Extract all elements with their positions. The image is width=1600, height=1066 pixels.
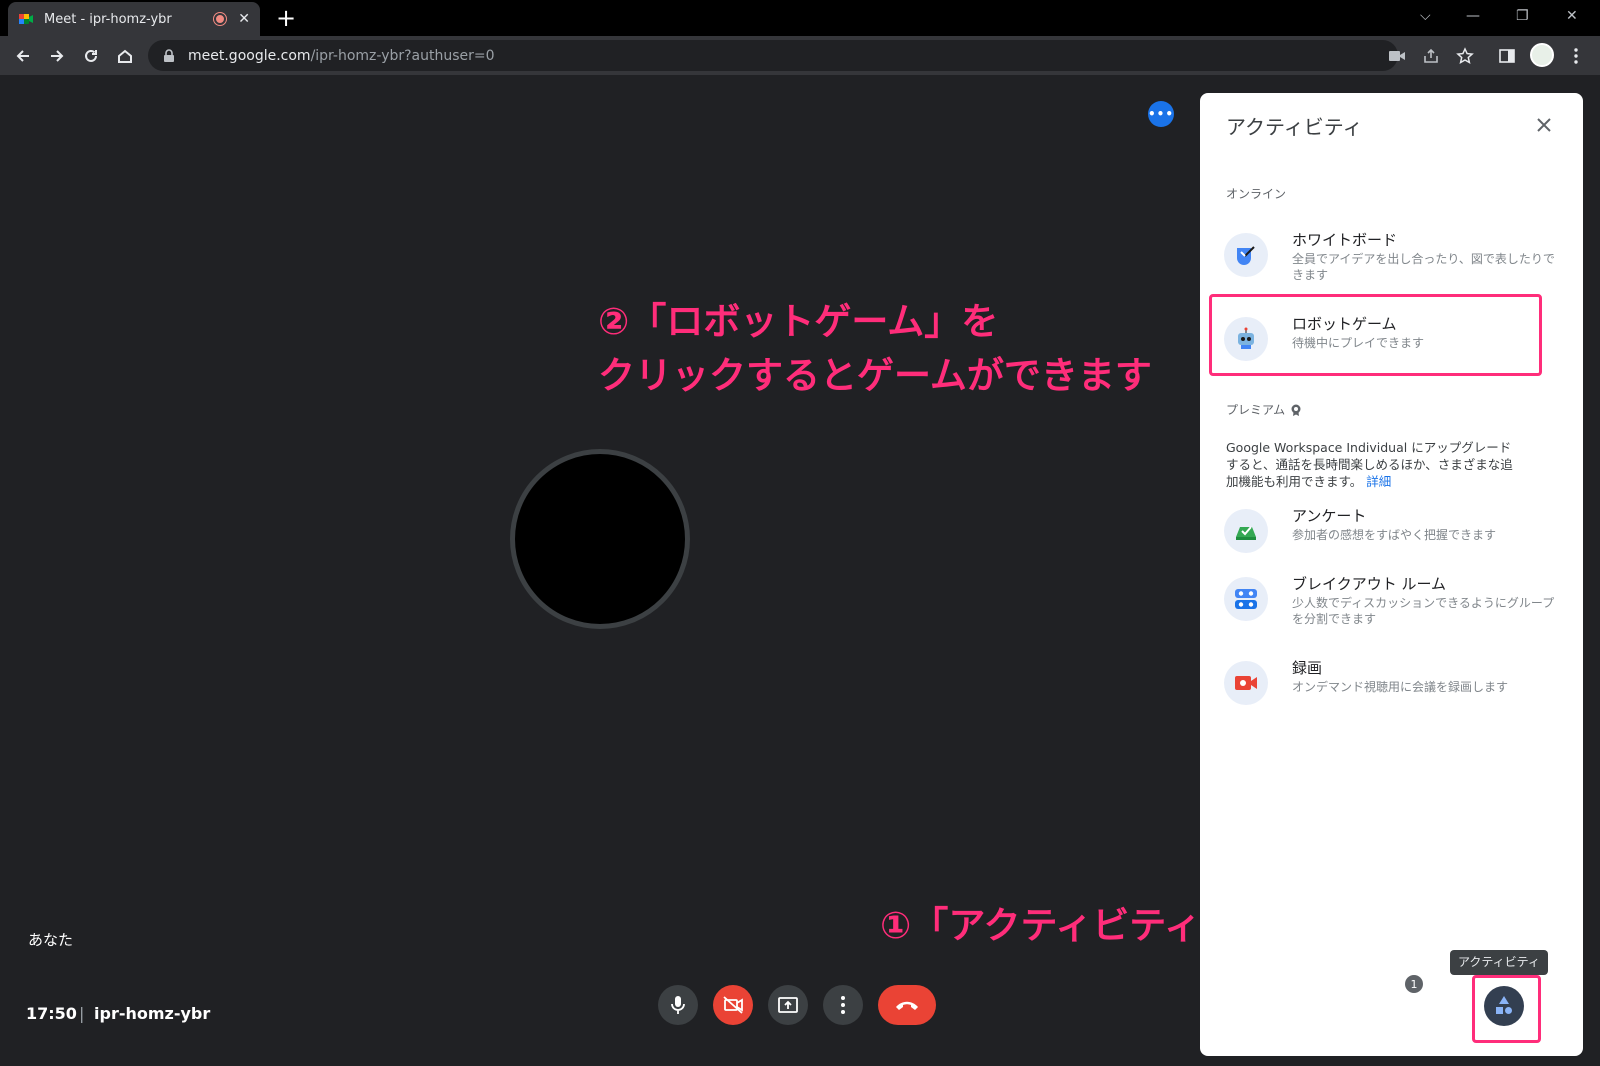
share-icon[interactable] (1419, 44, 1443, 68)
microphone-button[interactable] (658, 985, 698, 1025)
activity-name: 録画 (1292, 659, 1323, 677)
whiteboard-icon (1224, 233, 1268, 277)
meeting-details-icon[interactable] (1333, 987, 1369, 1023)
activity-name: アンケート (1292, 507, 1367, 525)
activity-name: ブレイクアウト ルーム (1292, 575, 1447, 593)
activity-polls[interactable]: アンケート 参加者の感想をすばやく把握できます (1224, 507, 1564, 557)
premium-description: Google Workspace Individual にアップグレードすると、… (1226, 439, 1516, 490)
bookmark-star-icon[interactable] (1453, 44, 1477, 68)
restore-icon[interactable]: ❐ (1516, 8, 1529, 24)
recording-icon (1224, 661, 1268, 705)
tab-close-icon[interactable]: ✕ (238, 11, 250, 27)
activity-breakout-rooms[interactable]: ブレイクアウト ルーム 少人数でディスカッションできるようにグループを分割できま… (1224, 575, 1564, 626)
new-tab-icon[interactable]: + (276, 5, 296, 31)
self-name-label: あなた (28, 931, 74, 949)
breakout-rooms-icon (1224, 577, 1268, 621)
meeting-code: ipr-homz-ybr (94, 1004, 211, 1023)
activity-whiteboard[interactable]: ホワイトボード 全員でアイデアを出し合ったり、図で表したりできます (1224, 231, 1564, 282)
camera-off-button[interactable] (713, 985, 753, 1025)
url-path: /ipr-homz-ybr?authuser=0 (310, 47, 495, 64)
chat-icon[interactable] (1435, 987, 1471, 1023)
tab-title: Meet - ipr-homz-ybr (44, 11, 172, 27)
lock-icon[interactable] (162, 48, 176, 63)
meeting-clock: 17:50 (26, 1004, 77, 1023)
activity-name: ホワイトボード (1292, 231, 1398, 249)
window-close-icon[interactable]: ✕ (1566, 8, 1578, 24)
activity-recording[interactable]: 録画 オンデマンド視聴用に会議を録画します (1224, 659, 1564, 709)
end-call-button[interactable] (878, 985, 936, 1025)
more-options-button[interactable] (823, 985, 863, 1025)
panel-title: アクティビティ (1226, 115, 1363, 139)
url-host: meet.google.com (188, 47, 311, 64)
activity-desc: オンデマンド視聴用に会議を録画します (1292, 680, 1509, 694)
browser-tab-bar: Meet - ipr-homz-ybr ✕ + ⌵ — ❐ ✕ (0, 0, 1600, 36)
poll-icon (1224, 509, 1268, 553)
online-section-label: オンライン (1226, 187, 1287, 201)
camera-off-icon (723, 996, 743, 1014)
forward-icon[interactable] (42, 36, 72, 75)
premium-badge-icon (1291, 404, 1301, 416)
activities-tooltip: アクティビティ (1450, 950, 1548, 975)
tile-options-icon[interactable]: ••• (1148, 101, 1174, 127)
annotation-step2-line2: クリックするとゲームができます (598, 354, 1152, 397)
meet-stage: ••• あなた ②「ロボットゲーム」を クリックするとゲームができます ①「アク… (0, 75, 1600, 1066)
profile-avatar[interactable] (1530, 43, 1554, 67)
host-controls-icon[interactable] (1537, 987, 1573, 1023)
side-panel-icon[interactable] (1495, 44, 1519, 68)
present-screen-button[interactable] (768, 985, 808, 1025)
activity-desc: 全員でアイデアを出し合ったり、図で表したりできます (1292, 252, 1555, 282)
self-video-avatar (510, 449, 690, 629)
back-icon[interactable] (8, 36, 38, 75)
tab-search-icon[interactable]: ⌵ (1420, 8, 1431, 24)
bar-separator: | (79, 1004, 85, 1023)
microphone-icon (671, 996, 685, 1014)
present-icon (778, 997, 798, 1013)
panel-close-icon[interactable] (1532, 113, 1556, 137)
recording-indicator-icon (214, 13, 227, 25)
premium-section-label: プレミアム (1226, 401, 1303, 418)
browser-menu-icon[interactable] (1564, 44, 1588, 68)
activities-panel: アクティビティ オンライン ホワイトボード 全員でアイデアを出し合ったり、図で表… (1200, 93, 1583, 1056)
annotation-step2-line1: ②「ロボットゲーム」を (598, 300, 999, 343)
browser-toolbar: meet.google.com/ipr-homz-ybr?authuser=0 (0, 36, 1600, 75)
meet-favicon-icon (19, 14, 33, 24)
robot-game-highlight (1209, 294, 1542, 376)
camera-permission-icon[interactable] (1385, 44, 1409, 68)
address-bar[interactable]: meet.google.com/ipr-homz-ybr?authuser=0 (148, 40, 1398, 71)
home-icon[interactable] (110, 36, 140, 75)
reload-icon[interactable] (76, 36, 106, 75)
premium-label-text: プレミアム (1226, 403, 1286, 417)
participant-count-badge: 1 (1405, 975, 1423, 993)
activity-desc: 参加者の感想をすばやく把握できます (1292, 528, 1497, 542)
activity-desc: 少人数でディスカッションできるようにグループを分割できます (1292, 596, 1555, 626)
activities-shapes-icon[interactable] (1486, 987, 1522, 1023)
more-vert-icon (841, 996, 845, 1014)
minimize-icon[interactable]: — (1466, 8, 1480, 24)
hang-up-icon (896, 1001, 918, 1010)
browser-tab[interactable]: Meet - ipr-homz-ybr ✕ (8, 2, 260, 36)
premium-learn-more-link[interactable]: 詳細 (1366, 474, 1391, 489)
